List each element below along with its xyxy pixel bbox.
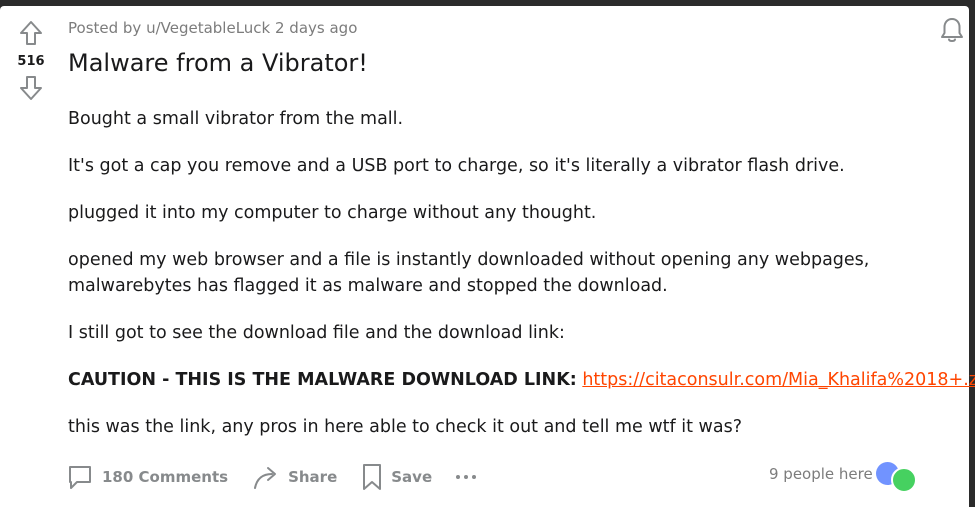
bell-icon <box>941 18 963 42</box>
caution-label: CAUTION - THIS IS THE MALWARE DOWNLOAD L… <box>68 370 577 390</box>
save-button[interactable]: Save <box>361 463 432 491</box>
post-paragraph: It's got a cap you remove and a USB port… <box>68 156 845 176</box>
post-paragraph: I still got to see the download file and… <box>68 323 565 343</box>
comments-button[interactable]: 180 Comments <box>66 463 228 491</box>
post-card: 516 Posted by u/VegetableLuck 2 days ago… <box>0 6 975 507</box>
post-footer: 180 Comments Share Save <box>66 463 477 491</box>
post-meta[interactable]: Posted by u/VegetableLuck 2 days ago <box>68 19 357 37</box>
post-paragraph: opened my web browser and a file is inst… <box>68 247 958 299</box>
share-label: Share <box>288 468 338 486</box>
post-line: opened my web browser and a file is inst… <box>68 250 870 270</box>
share-button[interactable]: Share <box>252 463 337 491</box>
post-paragraph: Bought a small vibrator from the mall. <box>68 109 404 129</box>
post-paragraph: plugged it into my computer to charge wi… <box>68 203 597 223</box>
caution-paragraph: CAUTION - THIS IS THE MALWARE DOWNLOAD L… <box>68 367 975 393</box>
share-icon <box>254 467 277 489</box>
comments-label: 180 Comments <box>102 468 229 486</box>
arrow-up-icon <box>20 21 42 45</box>
malware-link[interactable]: https://citaconsulr.com/Mia_Khalifa%2018… <box>582 370 975 390</box>
avatar <box>891 467 917 493</box>
vote-score: 516 <box>17 54 45 69</box>
post-line: malwarebytes has flagged it as malware a… <box>68 276 668 296</box>
post-paragraph: this was the link, any pros in here able… <box>68 417 742 437</box>
vote-column: 516 <box>14 20 48 101</box>
post-body: Bought a small vibrator from the mall. I… <box>68 106 975 461</box>
post-title[interactable]: Malware from a Vibrator! <box>68 49 368 77</box>
downvote-button[interactable] <box>19 75 43 101</box>
comment-icon <box>69 466 91 489</box>
more-icon[interactable] <box>456 475 477 479</box>
save-label: Save <box>391 468 433 486</box>
avatar-group <box>876 461 922 493</box>
notify-button[interactable] <box>939 16 965 48</box>
arrow-down-icon <box>20 76 42 100</box>
upvote-button[interactable] <box>19 20 43 46</box>
bookmark-icon <box>363 464 382 490</box>
people-here: 9 people here <box>769 465 873 483</box>
